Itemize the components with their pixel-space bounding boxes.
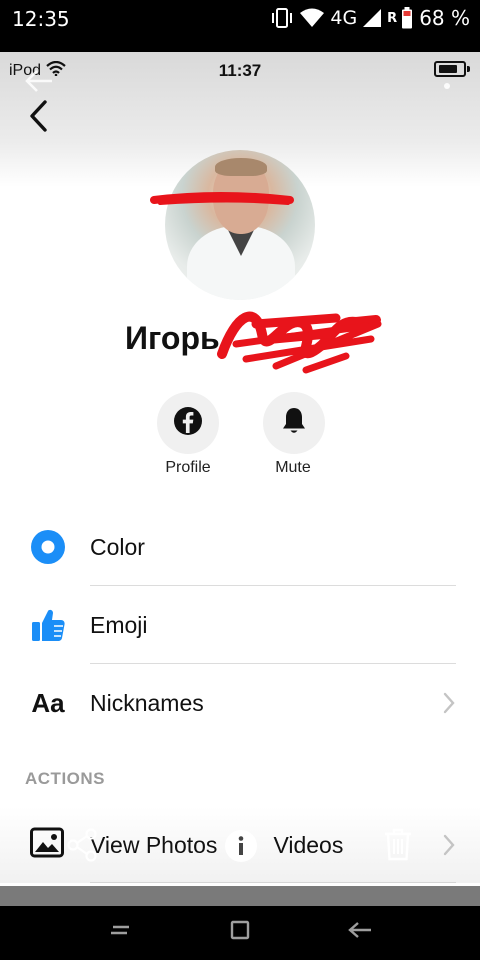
aa-glyph: Aa [31,687,65,718]
profile-avatar [165,150,315,300]
viewer-bottom-strip [0,886,480,906]
mute-button[interactable] [263,392,325,454]
delete-icon[interactable] [382,827,414,866]
bell-icon [280,406,308,441]
share-icon[interactable] [66,828,98,867]
videos-text: Videos [273,832,344,858]
emoji-row[interactable]: Emoji [0,586,480,664]
battery-icon [401,7,413,29]
back-button[interactable] [20,98,56,138]
redaction-scribble-eyes [150,188,300,219]
photo-icon [30,827,64,864]
nicknames-row[interactable]: Aa Nicknames [0,664,480,742]
recents-icon [109,921,131,944]
info-icon[interactable] [224,829,258,868]
battery-percent: 68 % [419,6,470,30]
mute-button-label: Mute [275,459,311,476]
view-photos-label: View Photos Videos [90,832,343,859]
recents-button[interactable] [100,914,140,950]
home-icon [230,920,250,945]
color-row[interactable]: Color [0,508,480,586]
color-dot-icon [28,527,68,567]
status-icons: 4G R 68 % [270,6,470,30]
back-arrow-icon [347,920,373,945]
thumbs-up-icon [28,605,68,645]
wifi-icon [300,8,325,28]
chevron-right-icon [442,692,456,719]
roaming-indicator: R [387,10,398,26]
nicknames-label: Nicknames [90,690,204,716]
redaction-scribble-name [216,304,386,379]
android-status-bar: 12:35 4G R 68 % [0,0,480,38]
ios-time: 11:37 [218,61,262,80]
chevron-left-icon [27,99,49,138]
emoji-label: Emoji [90,612,148,638]
network-type: 4G [330,7,358,29]
view-photos-text: View Photos [90,832,218,858]
text-aa-icon: Aa [28,683,68,723]
back-nav-button[interactable] [340,914,380,950]
divider [90,882,456,883]
ios-battery-tip [467,66,470,72]
chevron-right-icon [442,834,456,861]
viewer-back-arrow-icon[interactable] [24,68,54,99]
ios-status-bar: iPod 11:37 [0,52,480,88]
viewer-more-icon[interactable] [442,64,452,97]
profile-button[interactable] [157,392,219,454]
signal-icon [363,9,382,27]
actions-section-title: ACTIONS [25,769,105,788]
conversation-details-screen: iPod 11:37 Игорь Profile Mute Color Emoj… [0,52,480,890]
home-button[interactable] [220,914,260,950]
profile-button-label: Profile [165,459,211,476]
color-label: Color [90,534,145,560]
avatar-hair [215,158,267,176]
status-time: 12:35 [12,7,70,31]
android-nav-bar [0,906,480,960]
vibrate-icon [270,7,294,29]
facebook-icon [173,406,203,441]
contact-name: Игорь [125,320,220,356]
